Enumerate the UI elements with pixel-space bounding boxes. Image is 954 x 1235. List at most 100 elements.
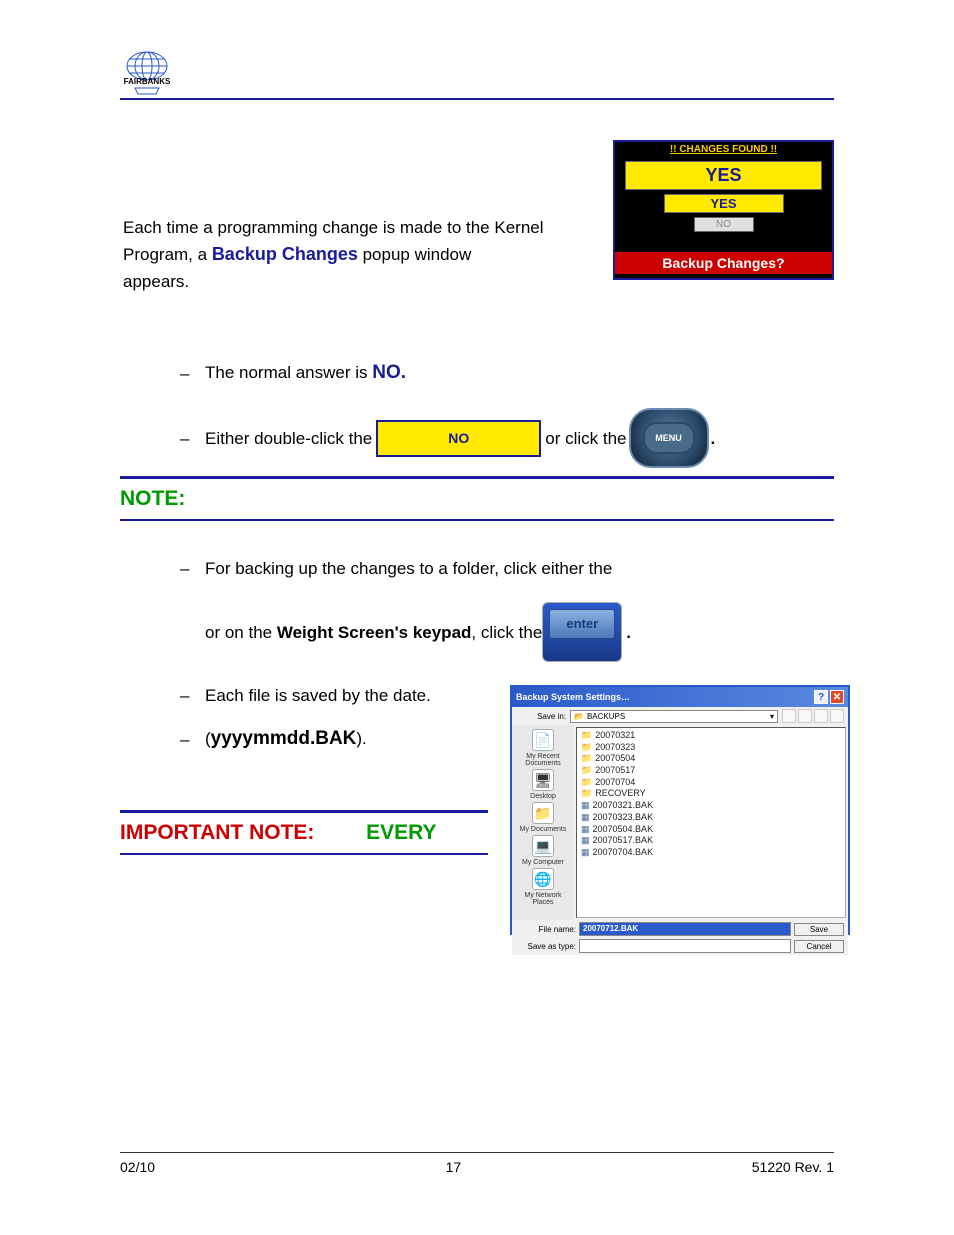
note-heading-bar: NOTE: — [120, 476, 834, 521]
bullet-1-2: – Either double-click the NO or click th… — [180, 408, 715, 468]
dash-icon: – — [180, 425, 205, 452]
date-format-term: yyyymmdd.BAK — [211, 728, 357, 749]
backup-changes-term: Backup Changes — [212, 244, 358, 264]
bullet-2-2: or on the Weight Screen's keypad, click … — [205, 602, 631, 662]
dialog-titlebar: Backup System Settings… ? ✕ — [512, 687, 848, 707]
enter-button[interactable]: enter — [542, 602, 622, 662]
bullet-list-1: – The normal answer is NO. – Either doub… — [180, 358, 715, 488]
footer-date: 02/10 — [120, 1159, 155, 1175]
folder-icon: 📁 — [581, 777, 592, 789]
list-item[interactable]: ▦20070323.BAK — [579, 812, 843, 824]
list-item[interactable]: ▦20070517.BAK — [579, 835, 843, 847]
b2-3-text: Each file is saved by the date. — [205, 682, 431, 709]
page-footer: 02/10 17 51220 Rev. 1 — [120, 1152, 834, 1175]
important-note-green: EVERY — [366, 821, 436, 844]
sidebar-label: My Network Places — [514, 892, 572, 906]
list-item[interactable]: 📁20070704 — [579, 777, 843, 789]
savein-dropdown[interactable]: 📂 BACKUPS ▾ — [570, 710, 778, 723]
intro-line2-pre: Program, a — [123, 245, 212, 264]
folder-icon: 📁 — [581, 788, 592, 800]
b2-pre: Either double-click the — [205, 425, 372, 452]
inline-no-button[interactable]: NO — [376, 420, 541, 456]
dialog-sidebar: 📄 My Recent Documents 🖥 Desktop 📁 My Doc… — [512, 725, 574, 920]
dash-icon: – — [180, 682, 205, 709]
filename-input[interactable]: 20070712.BAK — [579, 922, 791, 936]
file-icon: ▦ — [581, 800, 590, 812]
list-item[interactable]: 📁20070323 — [579, 742, 843, 754]
filename-label: File name: — [516, 925, 576, 934]
save-dialog: Backup System Settings… ? ✕ Save in: 📂 B… — [510, 685, 850, 935]
page-header: FAIRBANKS — [120, 50, 834, 100]
list-item[interactable]: 📁20070504 — [579, 753, 843, 765]
note-heading-text: NOTE: — [120, 487, 185, 510]
popup-no-button[interactable]: NO — [694, 217, 754, 232]
folder-icon: 📁 — [581, 765, 592, 777]
my-computer-icon[interactable]: 💻 — [532, 835, 554, 857]
toolbar-icons — [782, 709, 844, 723]
b2-1-text: For backing up the changes to a folder, … — [205, 555, 612, 582]
up-icon[interactable] — [798, 709, 812, 723]
footer-page: 17 — [446, 1159, 462, 1175]
savein-value: BACKUPS — [587, 712, 625, 721]
bullet-2-1: – For backing up the changes to a folder… — [180, 555, 631, 582]
cancel-button[interactable]: Cancel — [794, 940, 844, 953]
intro-line2-post: popup window — [358, 245, 471, 264]
help-icon[interactable]: ? — [814, 690, 828, 704]
bullet-1-1: – The normal answer is NO. — [180, 358, 715, 388]
b2-4-post: ). — [356, 729, 366, 748]
sidebar-label: My Computer — [522, 859, 564, 866]
popup-yes-big-button[interactable]: YES — [625, 161, 822, 190]
svg-text:FAIRBANKS: FAIRBANKS — [124, 77, 171, 86]
b2-2-end: . — [626, 619, 631, 646]
dialog-toolbar: Save in: 📂 BACKUPS ▾ — [512, 707, 848, 725]
weight-screen-keypad-term: Weight Screen's keypad — [277, 623, 472, 642]
popup-title: !! CHANGES FOUND !! — [615, 142, 832, 157]
intro-line1: Each time a programming change is made t… — [123, 218, 544, 237]
file-list[interactable]: 📁20070321 📁20070323 📁20070504 📁20070517 … — [576, 727, 846, 918]
folder-icon: 📁 — [581, 730, 592, 742]
list-item[interactable]: 📁20070517 — [579, 765, 843, 777]
folder-icon: 📁 — [581, 742, 592, 754]
file-icon: ▦ — [581, 812, 590, 824]
b1-pre: The normal answer is — [205, 363, 372, 382]
fairbanks-logo: FAIRBANKS — [120, 48, 175, 98]
desktop-icon[interactable]: 🖥 — [532, 769, 554, 791]
dash-icon: – — [180, 360, 205, 387]
b2-2-post: , click the — [471, 623, 542, 642]
list-item[interactable]: 📁20070321 — [579, 730, 843, 742]
list-item[interactable]: ▦20070704.BAK — [579, 847, 843, 859]
close-icon[interactable]: ✕ — [830, 690, 844, 704]
intro-paragraph: Each time a programming change is made t… — [123, 215, 593, 296]
recent-docs-icon[interactable]: 📄 — [532, 729, 554, 751]
b2-mid: or click the — [545, 425, 626, 452]
menu-button-label: MENU — [643, 422, 695, 454]
file-icon: ▦ — [581, 847, 590, 859]
save-button[interactable]: Save — [794, 923, 844, 936]
folder-icon: 📁 — [581, 753, 592, 765]
back-icon[interactable] — [782, 709, 796, 723]
b1-no-term: NO. — [372, 362, 406, 383]
my-documents-icon[interactable]: 📁 — [532, 802, 554, 824]
views-icon[interactable] — [830, 709, 844, 723]
intro-line3: appears. — [123, 272, 189, 291]
filetype-dropdown[interactable] — [579, 939, 791, 953]
savein-label: Save in: — [516, 712, 566, 721]
chevron-down-icon: ▾ — [770, 712, 774, 721]
enter-button-label: enter — [549, 609, 615, 639]
list-item[interactable]: ▦20070504.BAK — [579, 824, 843, 836]
b2-end: . — [711, 425, 716, 452]
sidebar-label: My Documents — [520, 826, 567, 833]
menu-button[interactable]: MENU — [629, 408, 709, 468]
b2-2-pre: or on the — [205, 623, 277, 642]
important-note-bar: IMPORTANT NOTE: EVERY — [120, 810, 488, 855]
dialog-title: Backup System Settings… — [516, 692, 630, 702]
popup-yes-med-button[interactable]: YES — [664, 194, 784, 213]
list-item[interactable]: 📁RECOVERY — [579, 788, 843, 800]
list-item[interactable]: ▦20070321.BAK — [579, 800, 843, 812]
network-places-icon[interactable]: 🌐 — [532, 868, 554, 890]
popup-footer: Backup Changes? — [615, 252, 832, 274]
backup-changes-popup: !! CHANGES FOUND !! YES YES NO Backup Ch… — [613, 140, 834, 280]
sidebar-label: My Recent Documents — [514, 753, 572, 767]
newfolder-icon[interactable] — [814, 709, 828, 723]
filetype-label: Save as type: — [516, 942, 576, 951]
